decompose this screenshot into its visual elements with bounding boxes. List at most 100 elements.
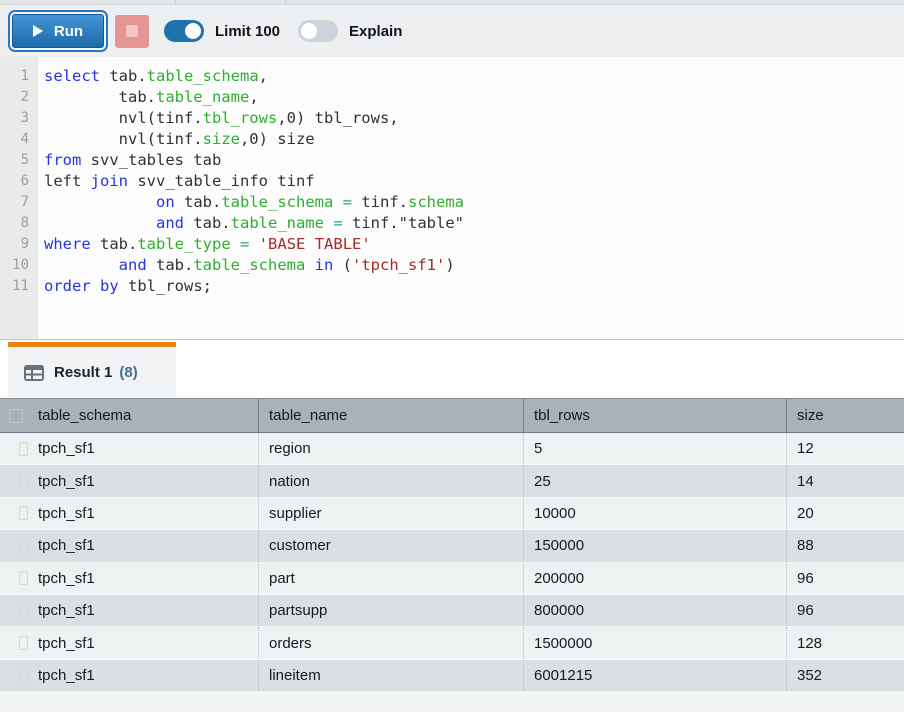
code-line[interactable]: order by tbl_rows;	[44, 276, 904, 297]
sql-token: 'tpch_sf1'	[352, 256, 445, 274]
sql-token	[91, 277, 100, 295]
cell-table_schema: tpch_sf1	[28, 530, 258, 561]
table-icon	[24, 365, 44, 381]
row-checkbox[interactable]	[19, 636, 28, 650]
row-checkbox[interactable]	[19, 668, 28, 682]
column-header-size[interactable]: size	[786, 399, 904, 432]
query-editor-window: Run Limit 100 Explain 1234567891011 sele…	[0, 0, 904, 712]
select-all-checkbox[interactable]	[9, 409, 23, 423]
sql-token: svv_table_info tinf	[128, 172, 315, 190]
sql-token: tbl_rows;	[119, 277, 212, 295]
sql-token: in	[315, 256, 334, 274]
code-line[interactable]: select tab.table_schema,	[44, 66, 904, 87]
sql-token: tab.	[184, 214, 231, 232]
code-line[interactable]: nvl(tinf.size,0) size	[44, 129, 904, 150]
cell-size: 12	[786, 433, 904, 464]
table-row[interactable]: tpch_sf1part20000096	[0, 563, 904, 595]
line-number: 9	[0, 234, 29, 255]
toolbar: Run Limit 100 Explain	[0, 5, 904, 57]
sql-token: tinf."table"	[343, 214, 464, 232]
cell-table_name: customer	[258, 530, 523, 561]
table-row[interactable]: tpch_sf1orders1500000128	[0, 627, 904, 659]
cell-tbl_rows: 5	[523, 433, 786, 464]
row-checkbox-cell	[0, 563, 28, 594]
table-row[interactable]: tpch_sf1customer15000088	[0, 530, 904, 562]
cell-table_schema: tpch_sf1	[28, 627, 258, 658]
code-line[interactable]: tab.table_name,	[44, 87, 904, 108]
line-number: 4	[0, 129, 29, 150]
sql-token: tinf.	[352, 193, 408, 211]
cell-size: 352	[786, 660, 904, 691]
table-row[interactable]: tpch_sf1partsupp80000096	[0, 595, 904, 627]
cell-tbl_rows: 10000	[523, 498, 786, 529]
cell-table_name: supplier	[258, 498, 523, 529]
cell-tbl_rows: 200000	[523, 563, 786, 594]
line-number: 5	[0, 150, 29, 171]
line-number: 7	[0, 192, 29, 213]
sql-token: tab.	[91, 235, 138, 253]
result-tab[interactable]: Result 1 (8)	[8, 342, 176, 398]
sql-token	[305, 256, 314, 274]
code-line[interactable]: and tab.table_name = tinf."table"	[44, 213, 904, 234]
explain-toggle-label: Explain	[349, 23, 402, 40]
code-line[interactable]: left join svv_table_info tinf	[44, 171, 904, 192]
sql-token: =	[343, 193, 352, 211]
sql-editor[interactable]: 1234567891011 select tab.table_schema, t…	[0, 57, 904, 340]
sql-token: by	[100, 277, 119, 295]
sql-token: on	[156, 193, 175, 211]
explain-toggle[interactable]	[298, 20, 338, 42]
toggle-knob	[301, 23, 317, 39]
cell-size: 96	[786, 563, 904, 594]
run-button-label: Run	[54, 23, 83, 40]
cell-table_schema: tpch_sf1	[28, 498, 258, 529]
cell-table_schema: tpch_sf1	[28, 660, 258, 691]
sql-token: =	[333, 214, 342, 232]
row-checkbox[interactable]	[19, 604, 28, 618]
bottom-strip	[0, 692, 904, 712]
sql-token: join	[91, 172, 128, 190]
row-checkbox[interactable]	[19, 571, 28, 585]
table-row[interactable]: tpch_sf1lineitem6001215352	[0, 660, 904, 692]
cell-tbl_rows: 800000	[523, 595, 786, 626]
sql-token: nvl(tinf.	[44, 109, 203, 127]
table-row[interactable]: tpch_sf1nation2514	[0, 465, 904, 497]
code-line[interactable]: from svv_tables tab	[44, 150, 904, 171]
sql-token: tab.	[147, 256, 194, 274]
sql-token: size	[203, 130, 240, 148]
row-checkbox-cell	[0, 627, 28, 658]
sql-token: table_name	[231, 214, 324, 232]
cell-table_name: partsupp	[258, 595, 523, 626]
code-line[interactable]: nvl(tinf.tbl_rows,0) tbl_rows,	[44, 108, 904, 129]
row-checkbox-cell	[0, 660, 28, 691]
sql-code-area[interactable]: select tab.table_schema, tab.table_name,…	[38, 57, 904, 339]
row-checkbox[interactable]	[19, 539, 28, 553]
sql-token: table_schema	[193, 256, 305, 274]
sql-token: and	[156, 214, 184, 232]
run-button[interactable]: Run	[12, 14, 104, 48]
sql-token	[44, 193, 156, 211]
sql-token: tab.	[100, 67, 147, 85]
code-line[interactable]: and tab.table_schema in ('tpch_sf1')	[44, 255, 904, 276]
code-line[interactable]: where tab.table_type = 'BASE TABLE'	[44, 234, 904, 255]
sql-token	[44, 214, 156, 232]
code-line[interactable]: on tab.table_schema = tinf.schema	[44, 192, 904, 213]
limit-toggle[interactable]	[164, 20, 204, 42]
result-tab-count: (8)	[119, 364, 137, 381]
line-number: 3	[0, 108, 29, 129]
row-checkbox[interactable]	[19, 474, 28, 488]
cell-table_schema: tpch_sf1	[28, 563, 258, 594]
column-header-table_schema[interactable]: table_schema	[28, 399, 258, 432]
column-header-tbl_rows[interactable]: tbl_rows	[523, 399, 786, 432]
cell-size: 128	[786, 627, 904, 658]
stop-button[interactable]	[115, 15, 149, 48]
column-header-table_name[interactable]: table_name	[258, 399, 523, 432]
table-body: tpch_sf1region512tpch_sf1nation2514tpch_…	[0, 433, 904, 692]
table-row[interactable]: tpch_sf1supplier1000020	[0, 498, 904, 530]
row-checkbox[interactable]	[19, 442, 28, 456]
sql-token: svv_tables tab	[81, 151, 221, 169]
stop-icon	[126, 25, 138, 37]
row-checkbox[interactable]	[19, 506, 28, 520]
sql-token: table_type	[137, 235, 230, 253]
cell-tbl_rows: 6001215	[523, 660, 786, 691]
table-row[interactable]: tpch_sf1region512	[0, 433, 904, 465]
